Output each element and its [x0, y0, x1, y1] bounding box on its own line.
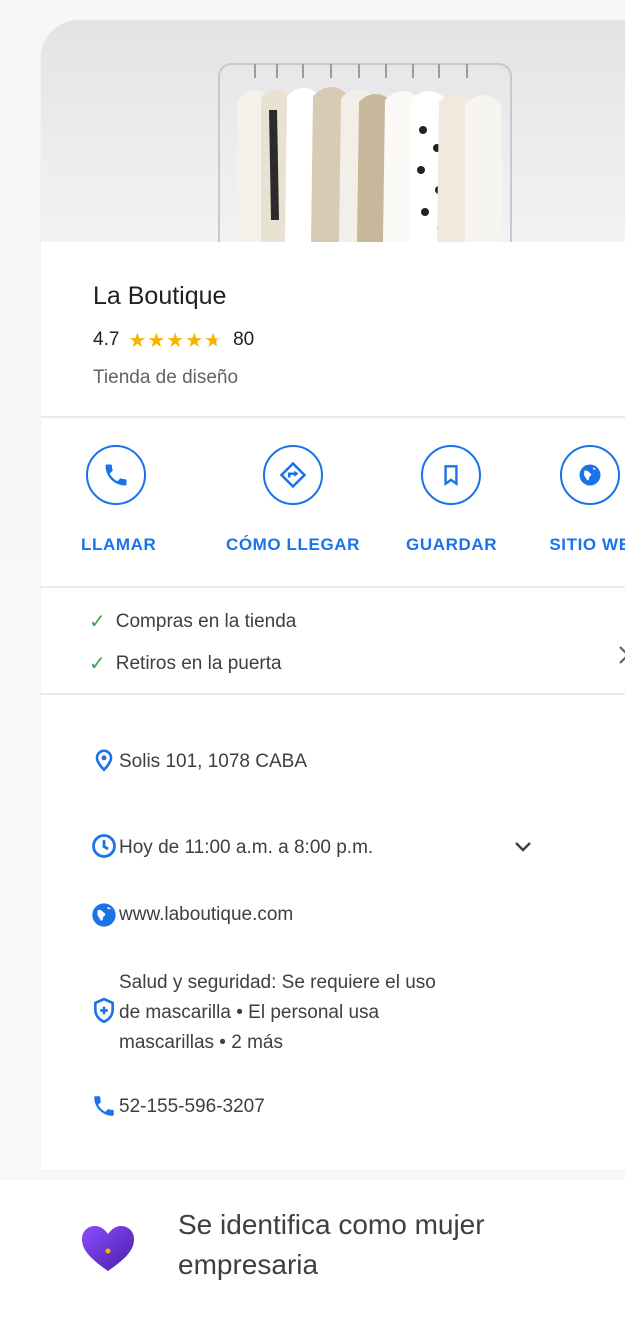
save-label: GUARDAR [406, 535, 498, 554]
phone-icon [86, 445, 146, 505]
attribute-label: Se identifica como mujer empresaria [178, 1205, 598, 1285]
attribute-line: Se identifica como mujer [178, 1209, 485, 1240]
address-text[interactable]: Solis 101, 1078 CABA [119, 749, 307, 774]
star-icon: ★ [185, 329, 204, 352]
phone-row[interactable] [89, 1091, 119, 1121]
location-pin-icon [89, 745, 119, 775]
call-button[interactable]: LLAMAR [81, 445, 157, 575]
hours-row[interactable] [89, 831, 119, 861]
globe-icon [89, 900, 119, 930]
star-icon: ★ [166, 329, 185, 352]
chevron-right-icon[interactable] [617, 644, 625, 666]
star-rating: ★ ★ ★ ★ ★ [128, 328, 223, 353]
divider [41, 586, 625, 588]
half-star-icon: ★ [204, 329, 223, 352]
call-label: LLAMAR [81, 535, 157, 554]
chevron-down-icon[interactable] [513, 840, 533, 854]
business-photo[interactable] [41, 20, 625, 242]
clock-icon [89, 831, 119, 861]
women-owned-attribute: Se identifica como mujer empresaria [80, 1205, 600, 1295]
directions-button[interactable]: CÓMO LLEGAR [218, 445, 368, 575]
shield-plus-icon [89, 996, 119, 1026]
health-safety-line: de mascarilla • El personal usa [119, 1002, 380, 1023]
divider [41, 416, 625, 418]
website-text[interactable]: www.laboutique.com [119, 902, 293, 927]
feature-item: ✓ Retiros en la puerta [89, 651, 282, 676]
address-row[interactable] [89, 745, 119, 775]
star-icon: ★ [147, 329, 166, 352]
attribute-line: empresaria [178, 1249, 319, 1280]
bookmark-icon [421, 445, 481, 505]
check-icon: ✓ [89, 653, 106, 675]
website-label: SITIO WE [549, 535, 625, 554]
health-safety-row[interactable] [89, 996, 119, 1026]
website-button[interactable]: SITIO WE [525, 445, 625, 575]
health-safety-line: Salud y seguridad: Se requiere el uso [119, 972, 436, 993]
phone-icon [89, 1091, 119, 1121]
review-count: 80 [233, 329, 255, 350]
star-icon: ★ [128, 329, 147, 352]
heart-icon [82, 1226, 134, 1271]
business-category: Tienda de diseño [93, 367, 239, 388]
rating-row[interactable]: 4.7 ★ ★ ★ ★ ★ 80 [93, 326, 254, 354]
health-safety-line: mascarillas • 2 más [119, 1032, 283, 1053]
save-button[interactable]: GUARDAR [406, 445, 496, 575]
feature-label: Retiros en la puerta [115, 652, 282, 674]
check-icon: ✓ [89, 611, 106, 633]
feature-label: Compras en la tienda [115, 610, 297, 632]
rating-value: 4.7 [93, 329, 120, 350]
phone-text[interactable]: 52-155-596-3207 [119, 1094, 265, 1119]
hours-text[interactable]: Hoy de 11:00 a.m. a 8:00 p.m. [119, 835, 373, 860]
business-profile-card: La Boutique 4.7 ★ ★ ★ ★ ★ 80 Tienda de d… [41, 20, 625, 1170]
directions-label: CÓMO LLEGAR [225, 535, 361, 554]
directions-icon [263, 445, 323, 505]
divider [41, 693, 625, 695]
business-name: La Boutique [93, 282, 227, 310]
globe-icon [560, 445, 620, 505]
website-row[interactable] [89, 900, 119, 930]
feature-item: ✓ Compras en la tienda [89, 609, 296, 634]
